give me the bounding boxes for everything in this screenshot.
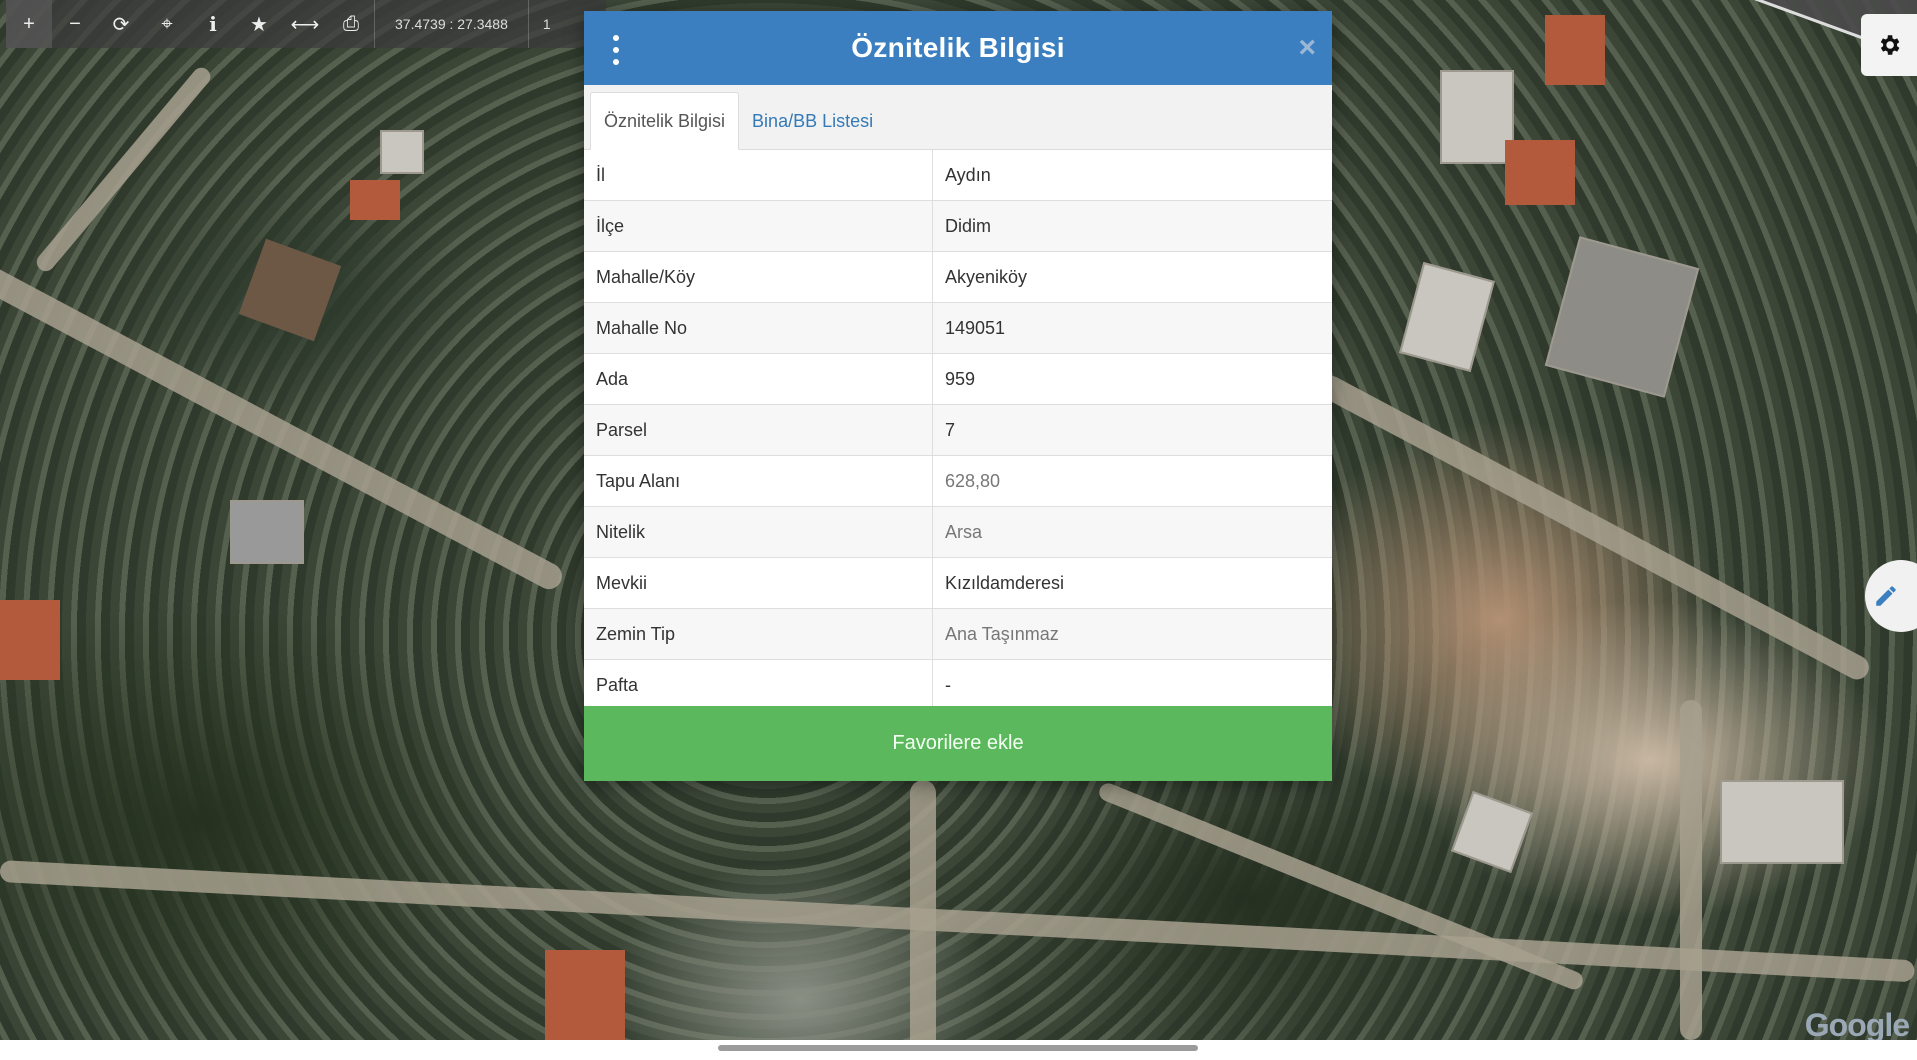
home-indicator[interactable] bbox=[718, 1045, 1198, 1051]
dialog-tabs: Öznitelik Bilgisi Bina/BB Listesi bbox=[584, 85, 1332, 150]
row-key: Pafta bbox=[584, 659, 933, 711]
locate-icon[interactable]: ⌖ bbox=[144, 0, 190, 48]
row-key: Parsel bbox=[584, 404, 933, 456]
table-row: Tapu Alanı 628,80 bbox=[584, 455, 1332, 507]
row-key: Ada bbox=[584, 353, 933, 405]
google-attribution: Google bbox=[1804, 1007, 1910, 1043]
zoom-out-icon[interactable]: − bbox=[52, 0, 98, 48]
row-key: İlçe bbox=[584, 200, 933, 252]
attribute-table: İl Aydın İlçe Didim Mahalle/Köy Akyeniköy M… bbox=[584, 150, 1332, 711]
tab-attribute-info[interactable]: Öznitelik Bilgisi bbox=[590, 92, 740, 150]
table-row: Ada 959 bbox=[584, 353, 1332, 405]
close-icon[interactable]: × bbox=[1298, 31, 1316, 65]
dialog-header: Öznitelik Bilgisi × bbox=[584, 11, 1332, 85]
settings-button[interactable] bbox=[1861, 14, 1917, 76]
gear-icon bbox=[1880, 35, 1900, 55]
row-value: 628,80 bbox=[932, 455, 1332, 507]
info-icon[interactable]: i bbox=[190, 0, 236, 48]
table-row: Nitelik Arsa bbox=[584, 506, 1332, 558]
row-value: Aydın bbox=[932, 150, 1332, 201]
add-to-favorites-button[interactable]: Favorilere ekle bbox=[584, 706, 1332, 781]
table-row: Mahalle/Köy Akyeniköy bbox=[584, 251, 1332, 303]
map-toolbar: + − ⟳ ⌖ i ★ ⟷ ⎙ 37.4739 : 27.3488 1 bbox=[6, 0, 606, 48]
row-key: Tapu Alanı bbox=[584, 455, 933, 507]
table-row: Parsel 7 bbox=[584, 404, 1332, 456]
zoom-in-icon[interactable]: + bbox=[6, 0, 52, 48]
tab-building-list[interactable]: Bina/BB Listesi bbox=[739, 93, 886, 149]
refresh-icon[interactable]: ⟳ bbox=[98, 0, 144, 48]
row-value: Didim bbox=[932, 200, 1332, 252]
measure-icon[interactable]: ⟷ bbox=[282, 0, 328, 48]
coordinate-readout: 37.4739 : 27.3488 bbox=[374, 0, 529, 48]
row-key: Mahalle No bbox=[584, 302, 933, 354]
row-key: Nitelik bbox=[584, 506, 933, 558]
star-icon[interactable]: ★ bbox=[236, 0, 282, 48]
table-row: Mahalle No 149051 bbox=[584, 302, 1332, 354]
table-row: Zemin Tip Ana Taşınmaz bbox=[584, 608, 1332, 660]
row-key: Mevkii bbox=[584, 557, 933, 609]
row-key: Mahalle/Köy bbox=[584, 251, 933, 303]
row-value: Ana Taşınmaz bbox=[932, 608, 1332, 660]
table-row: İl Aydın bbox=[584, 150, 1332, 201]
table-row: İlçe Didim bbox=[584, 200, 1332, 252]
row-key: İl bbox=[584, 150, 933, 201]
row-value: 149051 bbox=[932, 302, 1332, 354]
scale-readout: 1 bbox=[542, 16, 551, 32]
dialog-title: Öznitelik Bilgisi bbox=[851, 32, 1065, 63]
row-value: 959 bbox=[932, 353, 1332, 405]
print-icon[interactable]: ⎙ bbox=[328, 0, 374, 48]
row-value: 7 bbox=[932, 404, 1332, 456]
table-row: Mevkii Kızıldamderesi bbox=[584, 557, 1332, 609]
row-value: Kızıldamderesi bbox=[932, 557, 1332, 609]
kebab-menu-icon[interactable] bbox=[610, 35, 622, 65]
row-key: Zemin Tip bbox=[584, 608, 933, 660]
row-value: Akyeniköy bbox=[932, 251, 1332, 303]
row-value: - bbox=[932, 659, 1332, 711]
row-value: Arsa bbox=[932, 506, 1332, 558]
table-row: Pafta - bbox=[584, 659, 1332, 711]
pencil-icon bbox=[1876, 586, 1896, 606]
attribute-info-dialog: Öznitelik Bilgisi × Öznitelik Bilgisi Bi… bbox=[584, 11, 1332, 781]
